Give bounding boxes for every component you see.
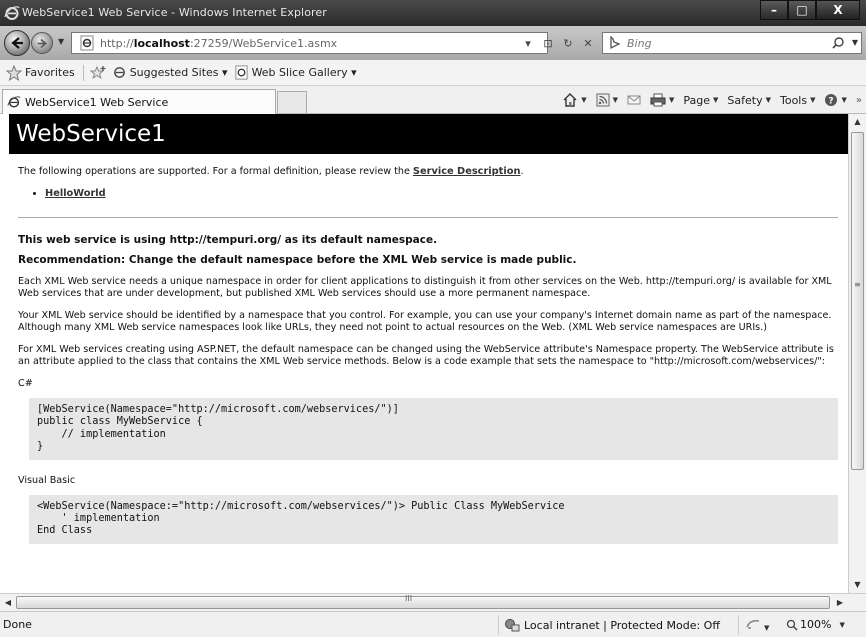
minimize-button[interactable]: – [760,0,788,20]
recent-pages-dropdown-icon[interactable]: ▼ [58,37,64,46]
scroll-left-arrow-icon[interactable]: ◀ [0,594,16,611]
status-text: Done [3,618,32,631]
new-tab-button[interactable] [277,91,307,113]
page-menu[interactable]: Page ▼ [683,94,718,107]
favorites-button[interactable]: Favorites [6,64,75,81]
horizontal-scrollbar[interactable]: ◀ III ▶ [0,593,866,611]
print-icon [650,93,666,107]
back-arrow-icon [11,37,23,49]
namespace-paragraph-1: Each XML Web service needs a unique name… [18,276,832,299]
address-bar[interactable]: http://localhost:27259/WebService1.asmx [71,32,548,54]
command-bar: ▼ ▼ ▼ Page ▼ Safety ▼ Tools ▼ ? ▼ » [553,92,862,108]
zoom-control[interactable]: 100% ▼ [786,618,845,631]
operations-list: HelloWorld [37,188,838,200]
web-slice-icon [234,65,248,80]
favorites-divider [82,64,84,81]
protected-mode-toggle[interactable]: ▼ [745,618,769,633]
navigation-bar: ▼ http://localhost:27259/WebService1.asm… [0,26,866,60]
status-divider [498,615,499,635]
scroll-right-arrow-icon[interactable]: ▶ [832,594,848,611]
scroll-up-arrow-icon[interactable]: ▲ [849,114,866,130]
search-options-dropdown-icon[interactable]: ▼ [852,38,858,47]
safety-menu[interactable]: Safety ▼ [727,94,771,107]
operation-link-helloworld[interactable]: HelloWorld [45,188,106,199]
window-title: WebService1 Web Service - Windows Intern… [22,6,327,19]
tab-ie-icon [7,96,21,108]
close-button[interactable]: X [816,0,860,20]
intranet-zone-icon [505,619,520,632]
tools-menu[interactable]: Tools ▼ [780,94,816,107]
hscroll-grip-icon: III [405,594,413,603]
service-description-link[interactable]: Service Description [413,166,521,177]
page-content: WebService1 The following operations are… [9,114,848,593]
search-icon[interactable] [831,36,845,50]
horizontal-scroll-thumb[interactable] [16,596,830,609]
home-button[interactable]: ▼ [562,92,587,108]
feeds-button[interactable]: ▼ [596,93,618,107]
add-to-favorites-bar-button[interactable] [89,65,106,81]
section-divider [18,217,838,218]
favorites-bar: Favorites Suggested Sites ▾ Web Slice Ga… [0,60,866,86]
forward-arrow-icon [37,38,47,48]
ie-logo-icon [4,6,20,20]
namespace-paragraph-3: For XML Web services creating using ASP.… [18,344,834,367]
tab-webservice1[interactable]: WebService1 Web Service [2,89,276,114]
page-title: WebService1 [9,114,848,154]
print-button[interactable]: ▼ [650,93,674,107]
intro-paragraph: The following operations are supported. … [18,166,524,177]
forward-button[interactable] [31,32,53,54]
suggested-sites-icon [113,67,125,78]
bing-icon [610,36,621,50]
refresh-icon[interactable]: ↻ [558,37,578,50]
mail-icon [627,95,641,105]
csharp-code-block: [WebService(Namespace="http://microsoft.… [29,398,838,460]
back-button[interactable] [4,30,30,56]
tab-bar: WebService1 Web Service ▼ ▼ ▼ Page ▼ Safe… [0,86,866,114]
shield-icon [746,620,760,629]
feeds-icon [596,93,610,107]
page-ie-icon [80,35,94,51]
status-bar: Done Local intranet | Protected Mode: Of… [0,611,866,637]
vertical-scrollbar[interactable]: ▲ ≡ ▼ [848,114,866,593]
help-icon: ? [825,94,838,107]
vb-code-block: <WebService(Namespace:="http://microsoft… [29,494,838,544]
favorites-star-icon [6,64,22,81]
search-box[interactable]: Bing ▼ [602,32,862,54]
csharp-label: C# [18,378,33,389]
web-slice-gallery-button[interactable]: Web Slice Gallery ▾ [234,65,357,80]
suggested-sites-button[interactable]: Suggested Sites ▾ [112,65,228,80]
add-favorites-icon [89,65,106,79]
scroll-grip-icon: ≡ [854,280,861,289]
svg-text:?: ? [829,97,834,107]
compatibility-view-icon[interactable]: ⊡ [538,37,558,50]
vb-label: Visual Basic [18,474,76,486]
read-mail-button[interactable] [627,94,641,106]
recommendation-heading: Recommendation: Change the default names… [18,254,577,266]
namespace-heading: This web service is using http://tempuri… [18,234,438,246]
zoom-dropdown-icon[interactable]: ▼ [839,621,844,629]
search-placeholder: Bing [627,36,652,50]
status-divider [738,615,739,635]
stop-icon[interactable]: ✕ [578,37,598,50]
help-menu[interactable]: ? ▼ [824,93,847,107]
zoom-icon [786,619,798,631]
vertical-scroll-thumb[interactable] [851,132,864,470]
namespace-paragraph-2: Your XML Web service should be identifie… [18,310,832,333]
maximize-button[interactable]: □ [788,0,816,20]
list-item: HelloWorld [45,188,838,200]
address-dropdown-icon[interactable]: ▾ [518,37,538,50]
scroll-down-arrow-icon[interactable]: ▼ [849,577,866,593]
home-icon [563,93,577,107]
address-url[interactable]: http://localhost:27259/WebService1.asmx [100,37,337,50]
security-zone[interactable]: Local intranet | Protected Mode: Off [504,618,720,632]
window-title-bar[interactable]: WebService1 Web Service - Windows Intern… [0,0,866,26]
command-overflow-button[interactable]: » [856,95,862,106]
